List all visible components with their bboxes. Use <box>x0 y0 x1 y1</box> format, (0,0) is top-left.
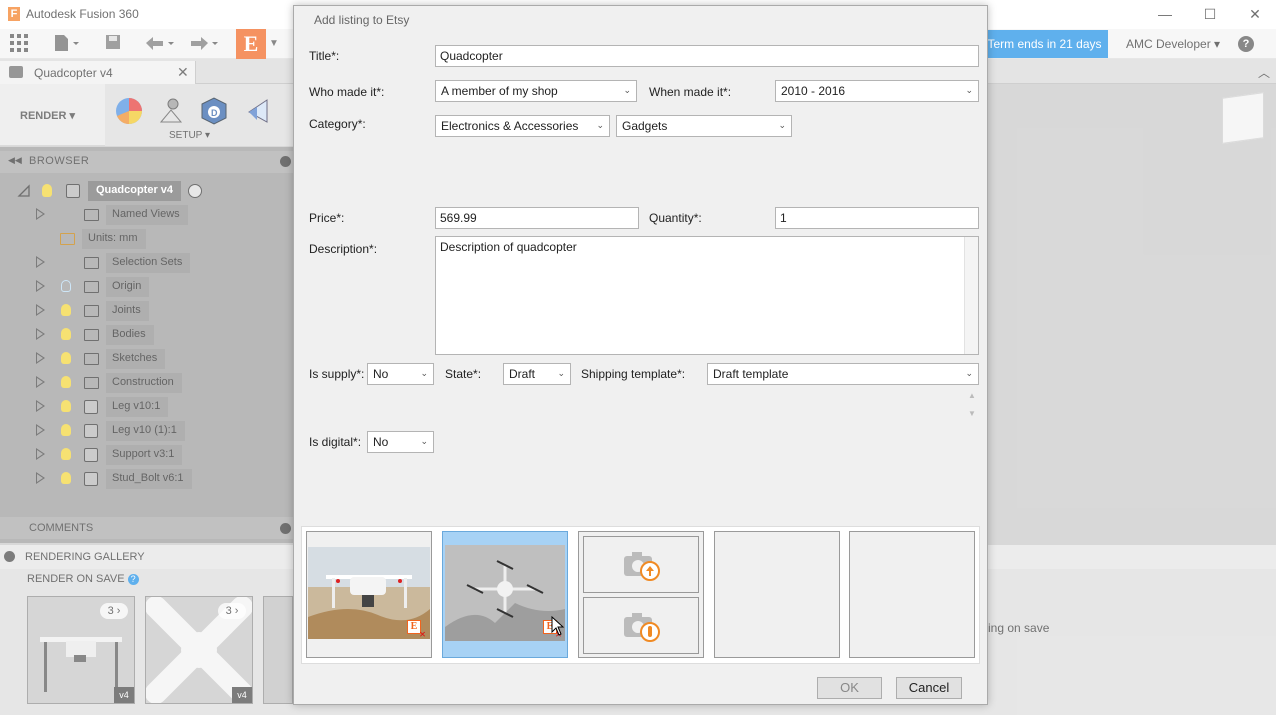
who-made-value: A member of my shop <box>441 84 558 98</box>
shipping-select[interactable]: Draft template ⌄ <box>707 363 979 385</box>
description-field[interactable]: Description of quadcopter <box>435 236 979 355</box>
chevron-down-icon: ⌄ <box>623 85 631 95</box>
chevron-down-icon: ⌄ <box>557 368 565 378</box>
photo-strip: E E <box>301 526 980 664</box>
state-select[interactable]: Draft ⌄ <box>503 363 571 385</box>
cancel-button[interactable]: Cancel <box>896 677 962 699</box>
when-made-select[interactable]: 2010 - 2016 ⌄ <box>775 80 979 102</box>
quantity-field[interactable]: 1 <box>775 207 979 229</box>
who-made-select[interactable]: A member of my shop ⌄ <box>435 80 637 102</box>
upload-photo-button[interactable] <box>583 536 699 593</box>
supply-select[interactable]: No ⌄ <box>367 363 434 385</box>
chevron-down-icon: ⌄ <box>420 368 428 378</box>
mouse-cursor-icon <box>551 616 565 636</box>
description-label: Description*: <box>309 242 378 256</box>
price-label: Price*: <box>309 211 345 225</box>
title-field[interactable]: Quadcopter <box>435 45 979 67</box>
when-made-label: When made it*: <box>649 85 732 99</box>
chevron-down-icon: ⌄ <box>965 368 973 378</box>
chevron-down-icon: ⌄ <box>965 85 973 95</box>
description-value: Description of quadcopter <box>440 240 577 254</box>
shipping-value: Draft template <box>713 367 789 381</box>
add-listing-dialog: Add listing to Etsy Title*: Quadcopter W… <box>293 5 988 705</box>
subcategory-value: Gadgets <box>622 119 668 133</box>
chevron-down-icon: ⌄ <box>596 120 604 130</box>
photo-slot-4[interactable] <box>714 531 840 658</box>
form-scroll-arrows[interactable]: ▲ ▼ <box>965 391 979 425</box>
state-value: Draft <box>509 367 536 381</box>
capture-render-button[interactable] <box>583 597 699 654</box>
subcategory-select[interactable]: Gadgets ⌄ <box>616 115 792 137</box>
price-field[interactable]: 569.99 <box>435 207 639 229</box>
state-label: State*: <box>445 367 482 381</box>
camera-capture-icon <box>624 613 660 642</box>
category-select[interactable]: Electronics & Accessories ⌄ <box>435 115 610 137</box>
digital-value: No <box>373 435 389 449</box>
category-value: Electronics & Accessories <box>441 119 579 133</box>
etsy-remove-icon[interactable]: E <box>407 620 426 640</box>
who-made-label: Who made it*: <box>309 85 385 99</box>
shipping-label: Shipping template*: <box>581 367 686 381</box>
chevron-down-icon: ⌄ <box>778 120 786 130</box>
photo-slot-2[interactable]: E <box>442 531 568 658</box>
supply-value: No <box>373 367 389 381</box>
category-label: Category*: <box>309 117 366 131</box>
photo-slot-5[interactable] <box>849 531 975 658</box>
dialog-title: Add listing to Etsy <box>314 13 410 27</box>
when-made-value: 2010 - 2016 <box>781 84 846 98</box>
photo-slot-3 <box>578 531 704 658</box>
ok-button[interactable]: OK <box>817 677 882 699</box>
digital-label: Is digital*: <box>309 435 362 449</box>
camera-upload-icon <box>624 552 660 581</box>
description-scrollbar[interactable] <box>964 237 978 354</box>
title-label: Title*: <box>309 49 340 63</box>
photo-slot-1[interactable]: E <box>306 531 432 658</box>
quantity-label: Quantity*: <box>649 211 702 225</box>
supply-label: Is supply*: <box>309 367 365 381</box>
chevron-down-icon: ⌄ <box>420 436 428 446</box>
digital-select[interactable]: No ⌄ <box>367 431 434 453</box>
